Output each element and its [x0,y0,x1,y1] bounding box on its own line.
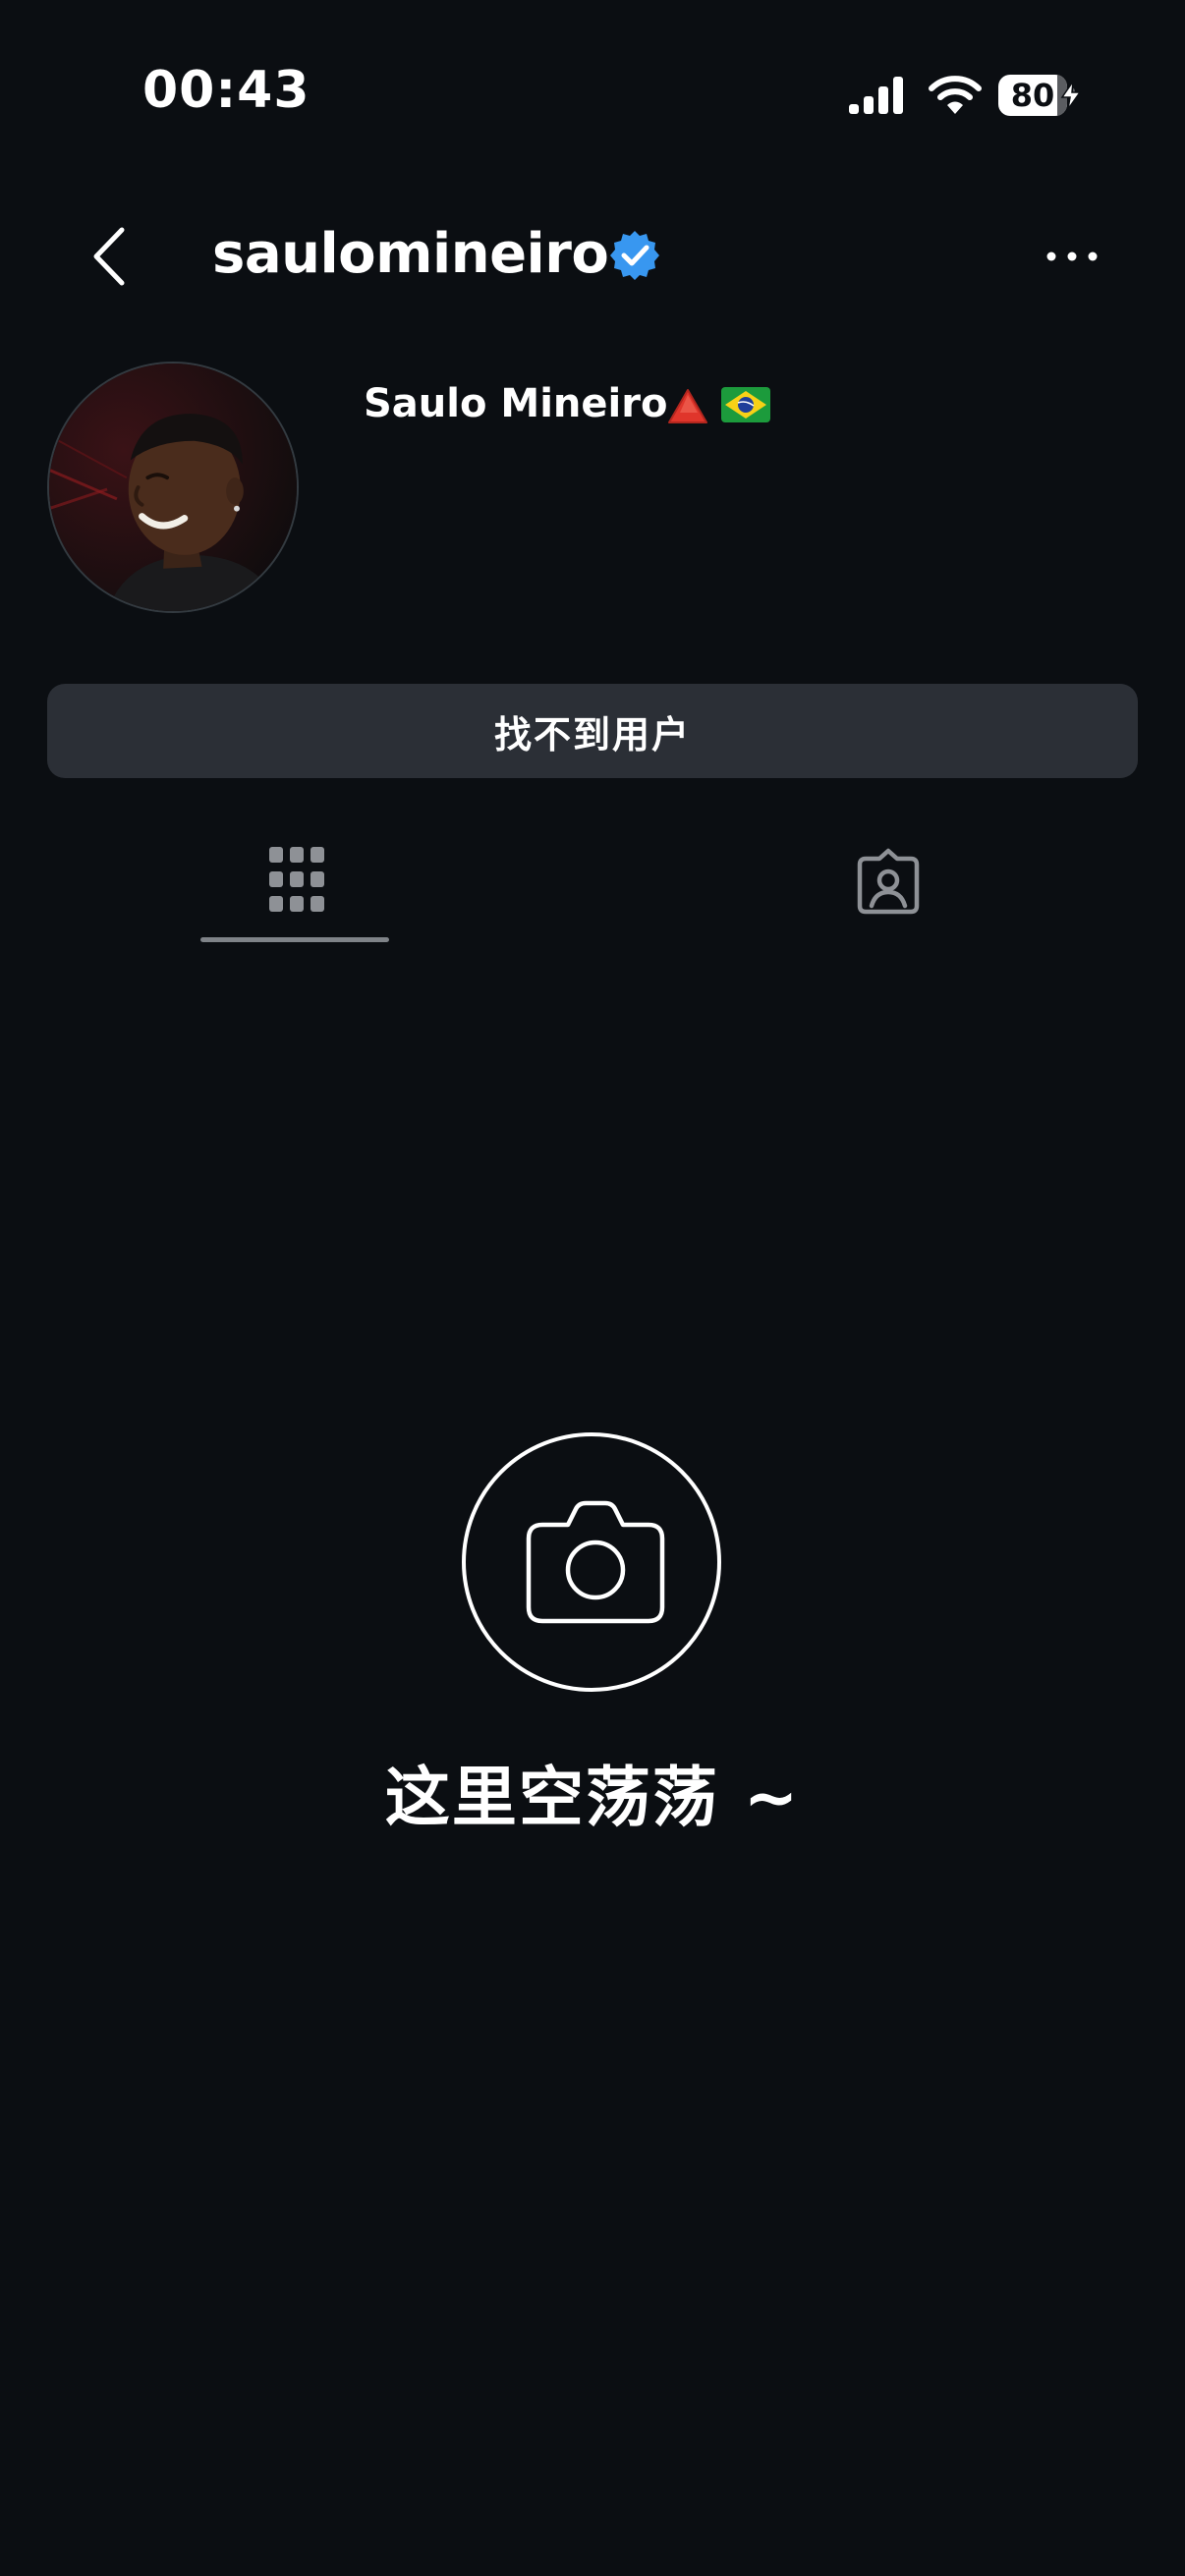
grid-icon [269,847,324,912]
profile-header: saulomineiro [0,196,1185,314]
tagged-person-icon [857,848,920,915]
red-triangle-icon [668,389,707,423]
bolt-icon [1060,81,1082,110]
status-bar: 00:43 80 [0,0,1185,187]
tab-tagged[interactable] [592,825,1185,943]
username: saulomineiro [212,222,609,286]
user-not-found-button[interactable]: 找不到用户 [47,684,1138,778]
back-button[interactable] [79,222,147,291]
more-horizontal-icon[interactable] [1038,232,1106,281]
verified-badge-icon [610,231,659,280]
user-not-found-label: 找不到用户 [493,712,691,756]
profile-photo [49,364,297,611]
tab-selected-indicator [200,937,389,942]
wifi-icon [929,76,982,114]
avatar[interactable] [47,362,299,613]
profile-tabs [0,825,1185,943]
display-name: Saulo Mineiro [364,381,668,426]
camera-icon [526,1500,665,1624]
empty-state-message: 这里空荡荡 ~ [384,1760,801,1835]
battery-level: 80 [1010,77,1055,114]
cellular-signal-icon [849,77,903,114]
battery-indicator: 80 [998,75,1082,116]
brazil-flag-icon [721,387,770,422]
tab-posts-grid[interactable] [0,825,592,943]
empty-state-icon-circle [462,1432,721,1692]
chevron-left-icon [93,227,125,286]
status-time: 00:43 [142,61,310,120]
battery-body: 80 [998,75,1067,116]
